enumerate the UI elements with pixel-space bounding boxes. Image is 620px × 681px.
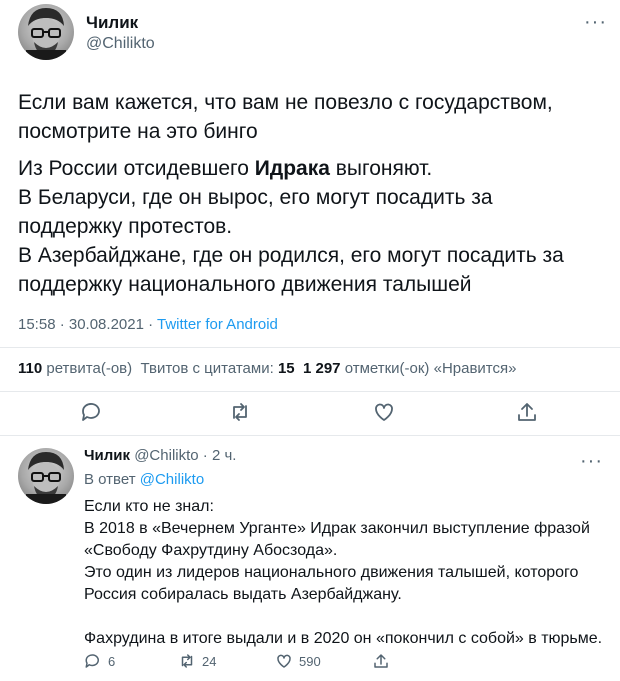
author-handle[interactable]: @Chilikto [86,35,155,53]
tweet-stats: 110 ретвита(-ов) Твитов с цитатами: 15 1… [18,360,516,377]
reply-line: В 2018 в «Вечернем Урганте» Идрак законч… [84,520,590,537]
reply-more-options-icon[interactable]: ··· [580,451,603,471]
tweet-meta: 15:58 · 30.08.2021 · Twitter for Android [18,316,278,333]
retweet-icon[interactable] [228,400,252,424]
tweet-line: В Азербайджане, где он родился, его могу… [18,244,564,267]
divider [0,435,620,436]
likes-stat[interactable]: 1 297 отметки(-ок) «Нравится» [303,360,517,377]
reply-count: 6 [108,653,116,669]
reply-reply-button[interactable]: 6 [84,652,115,670]
reply-icon[interactable] [80,400,104,424]
retweets-stat[interactable]: 110 ретвита(-ов) [18,360,132,377]
divider [0,391,620,392]
reply-line: Фахрудина в итоге выдали и в 2020 он «по… [84,630,603,647]
avatar-image [26,452,66,504]
reply-line: Россия собиралась выдать Азербайджану. [84,586,402,603]
reply-icon [85,654,99,668]
retweet-icon [181,654,193,668]
share-icon [374,654,388,668]
reply-line: Это один из лидеров национального движен… [84,564,579,581]
reply-author-name[interactable]: Чилик [84,447,130,464]
in-reply-handle[interactable]: @Chilikto [140,471,204,488]
share-icon[interactable] [515,400,539,424]
divider [0,347,620,348]
more-options-icon[interactable]: ··· [584,12,607,32]
tweet-line: Если вам кажется, что вам не повезло с г… [18,91,553,114]
author-name[interactable]: Чилик [86,13,138,33]
avatar[interactable] [18,4,74,60]
reply-text: Если кто не знал: В 2018 в «Вечернем Ург… [84,496,614,650]
tweet-text-bold: Идрака [254,157,330,180]
like-count: 590 [299,653,321,669]
reply-share-button[interactable] [372,652,390,670]
reply-avatar[interactable] [18,448,74,504]
tweet-line: поддержку национального движения талышей [18,273,472,296]
quotes-stat[interactable]: Твитов с цитатами: 15 [140,360,294,377]
tweet-line: поддержку протестов. [18,215,233,238]
reply-age[interactable]: · 2 ч. [203,447,237,464]
tweet-line: В Беларуси, где он вырос, его могут поса… [18,186,493,209]
tweet-text-suffix: выгоняют. [329,157,433,180]
reply-header: Чилик @Chilikto · 2 ч. [84,447,236,464]
reply-author-handle[interactable]: @Chilikto [134,447,198,464]
reply-retweet-button[interactable]: 24 [178,652,216,670]
reply-line: «Свободу Фахрутдину Абосзода». [84,542,338,559]
reply-line: Если кто не знал: [84,498,214,515]
retweet-count: 24 [202,653,217,669]
tweet-line: посмотрите на это бинго [18,120,258,143]
like-icon[interactable] [372,400,396,424]
tweet-timestamp[interactable]: 15:58 · 30.08.2021 · [18,316,157,333]
tweet-text-prefix: Из России отсидевшего [18,157,255,180]
tweet-source-link[interactable]: Twitter for Android [157,316,278,333]
reply-like-button[interactable]: 590 [275,652,321,670]
in-reply-to: В ответ @Chilikto [84,471,204,488]
tweet-paragraph: Из России отсидевшего Идрака выгоняют. [18,154,608,183]
avatar-image [26,8,66,60]
like-icon [277,654,291,668]
tweet-text: Если вам кажется, что вам не повезло с г… [18,88,608,299]
in-reply-prefix: В ответ [84,471,140,488]
